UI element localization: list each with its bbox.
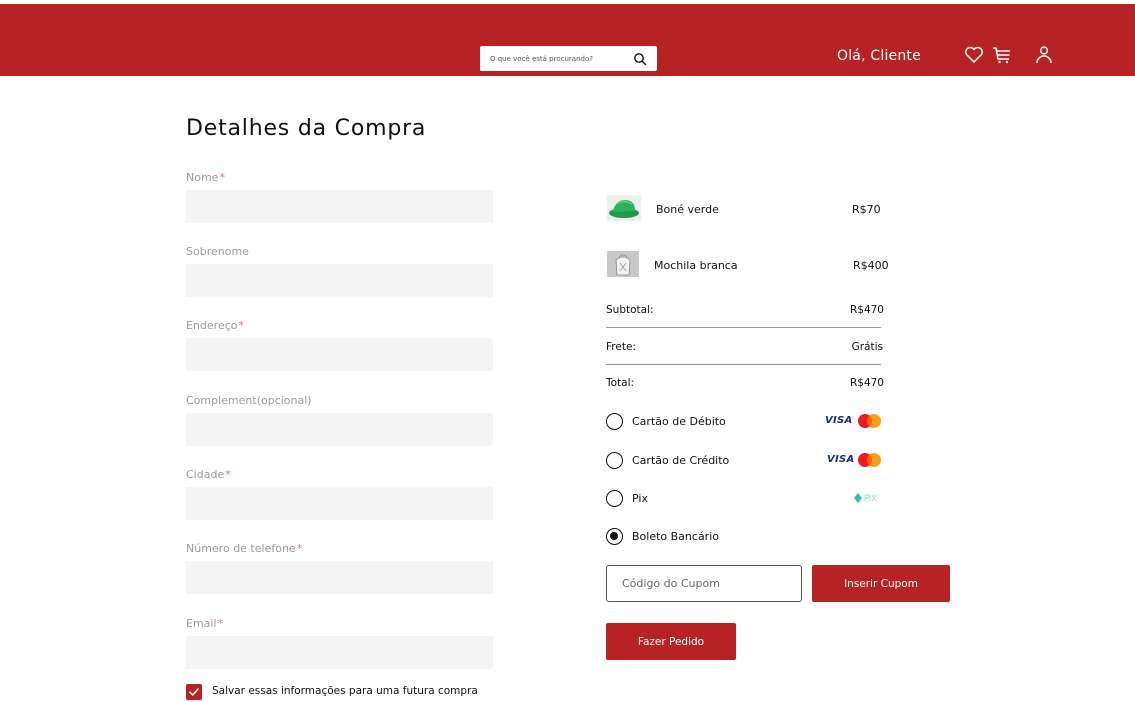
email-input[interactable] [186, 636, 493, 669]
payment-label[interactable]: Cartão de Crédito [632, 454, 729, 467]
search-input[interactable] [480, 46, 620, 71]
check-icon [189, 688, 199, 696]
heart-icon[interactable] [963, 44, 985, 66]
visa-logo: VISA [827, 454, 855, 465]
summary-divider [606, 327, 881, 328]
field-label-email: Email* [186, 617, 224, 630]
subtotal-row: Subtotal: R$470 [606, 304, 884, 316]
product-price: R$70 [852, 203, 881, 216]
header-edge [0, 0, 280, 4]
white-backpack-image [607, 251, 639, 277]
address-input[interactable] [186, 338, 493, 371]
mastercard-icon [856, 452, 884, 468]
debit-radio[interactable] [606, 413, 623, 430]
summary-divider [606, 364, 881, 365]
mastercard-icon [856, 413, 884, 429]
visa-logo: VISA [825, 415, 853, 426]
subtotal-label: Subtotal: [606, 304, 654, 316]
field-label-sobrenome: Sobrenome [186, 245, 249, 258]
save-info-label[interactable]: Salvar essas informações para uma futura… [212, 685, 478, 697]
user-icon[interactable] [1033, 44, 1055, 66]
payment-label[interactable]: Pix [632, 492, 648, 505]
apply-coupon-button[interactable]: Inserir Cupom [812, 565, 950, 602]
page-title: Detalhes da Compra [186, 116, 427, 141]
save-info-checkbox[interactable] [186, 684, 202, 700]
field-label-endereco: Endereço* [186, 319, 244, 332]
payment-option-pix[interactable]: Pix [606, 490, 886, 510]
shipping-row: Frete: Grátis [606, 341, 883, 353]
field-label-telefone: Número de telefone* [186, 542, 303, 555]
product-name: Mochila branca [654, 259, 738, 272]
payment-label[interactable]: Cartão de Débito [632, 415, 726, 428]
city-input[interactable] [186, 487, 493, 520]
first-name-input[interactable] [186, 190, 493, 223]
place-order-button[interactable]: Fazer Pedido [606, 623, 736, 660]
field-label-complemento: Complement(opcional) [186, 394, 312, 407]
search-icon[interactable] [633, 51, 647, 66]
shipping-value: Grátis [851, 341, 883, 353]
total-value: R$470 [849, 377, 884, 389]
product-name: Boné verde [656, 203, 719, 216]
product-price: R$400 [853, 259, 889, 272]
search-bar[interactable] [480, 46, 657, 71]
credit-radio[interactable] [606, 452, 623, 469]
subtotal-value: R$470 [849, 304, 884, 316]
payment-option-debit[interactable]: Cartão de Débito VISA [606, 413, 886, 433]
field-label-nome: Nome* [186, 171, 225, 184]
boleto-radio[interactable] [606, 528, 623, 545]
field-label-cidade: Cidade* [186, 468, 231, 481]
total-label: Total: [606, 377, 635, 389]
last-name-input[interactable] [186, 264, 493, 297]
payment-option-credit[interactable]: Cartão de Crédito VISA [606, 452, 886, 472]
payment-option-boleto[interactable]: Boleto Bancário [606, 528, 886, 548]
coupon-code-input[interactable] [606, 565, 802, 602]
user-greeting[interactable]: Olá, Cliente [837, 48, 921, 64]
total-row: Total: R$470 [606, 377, 884, 389]
shipping-label: Frete: [606, 341, 636, 353]
phone-input[interactable] [186, 561, 493, 594]
complement-input[interactable] [186, 413, 493, 446]
payment-label[interactable]: Boleto Bancário [632, 530, 719, 543]
pix-logo-icon [853, 490, 877, 506]
green-cap-image [607, 195, 641, 221]
cart-icon[interactable] [991, 44, 1013, 66]
pix-radio[interactable] [606, 490, 623, 507]
